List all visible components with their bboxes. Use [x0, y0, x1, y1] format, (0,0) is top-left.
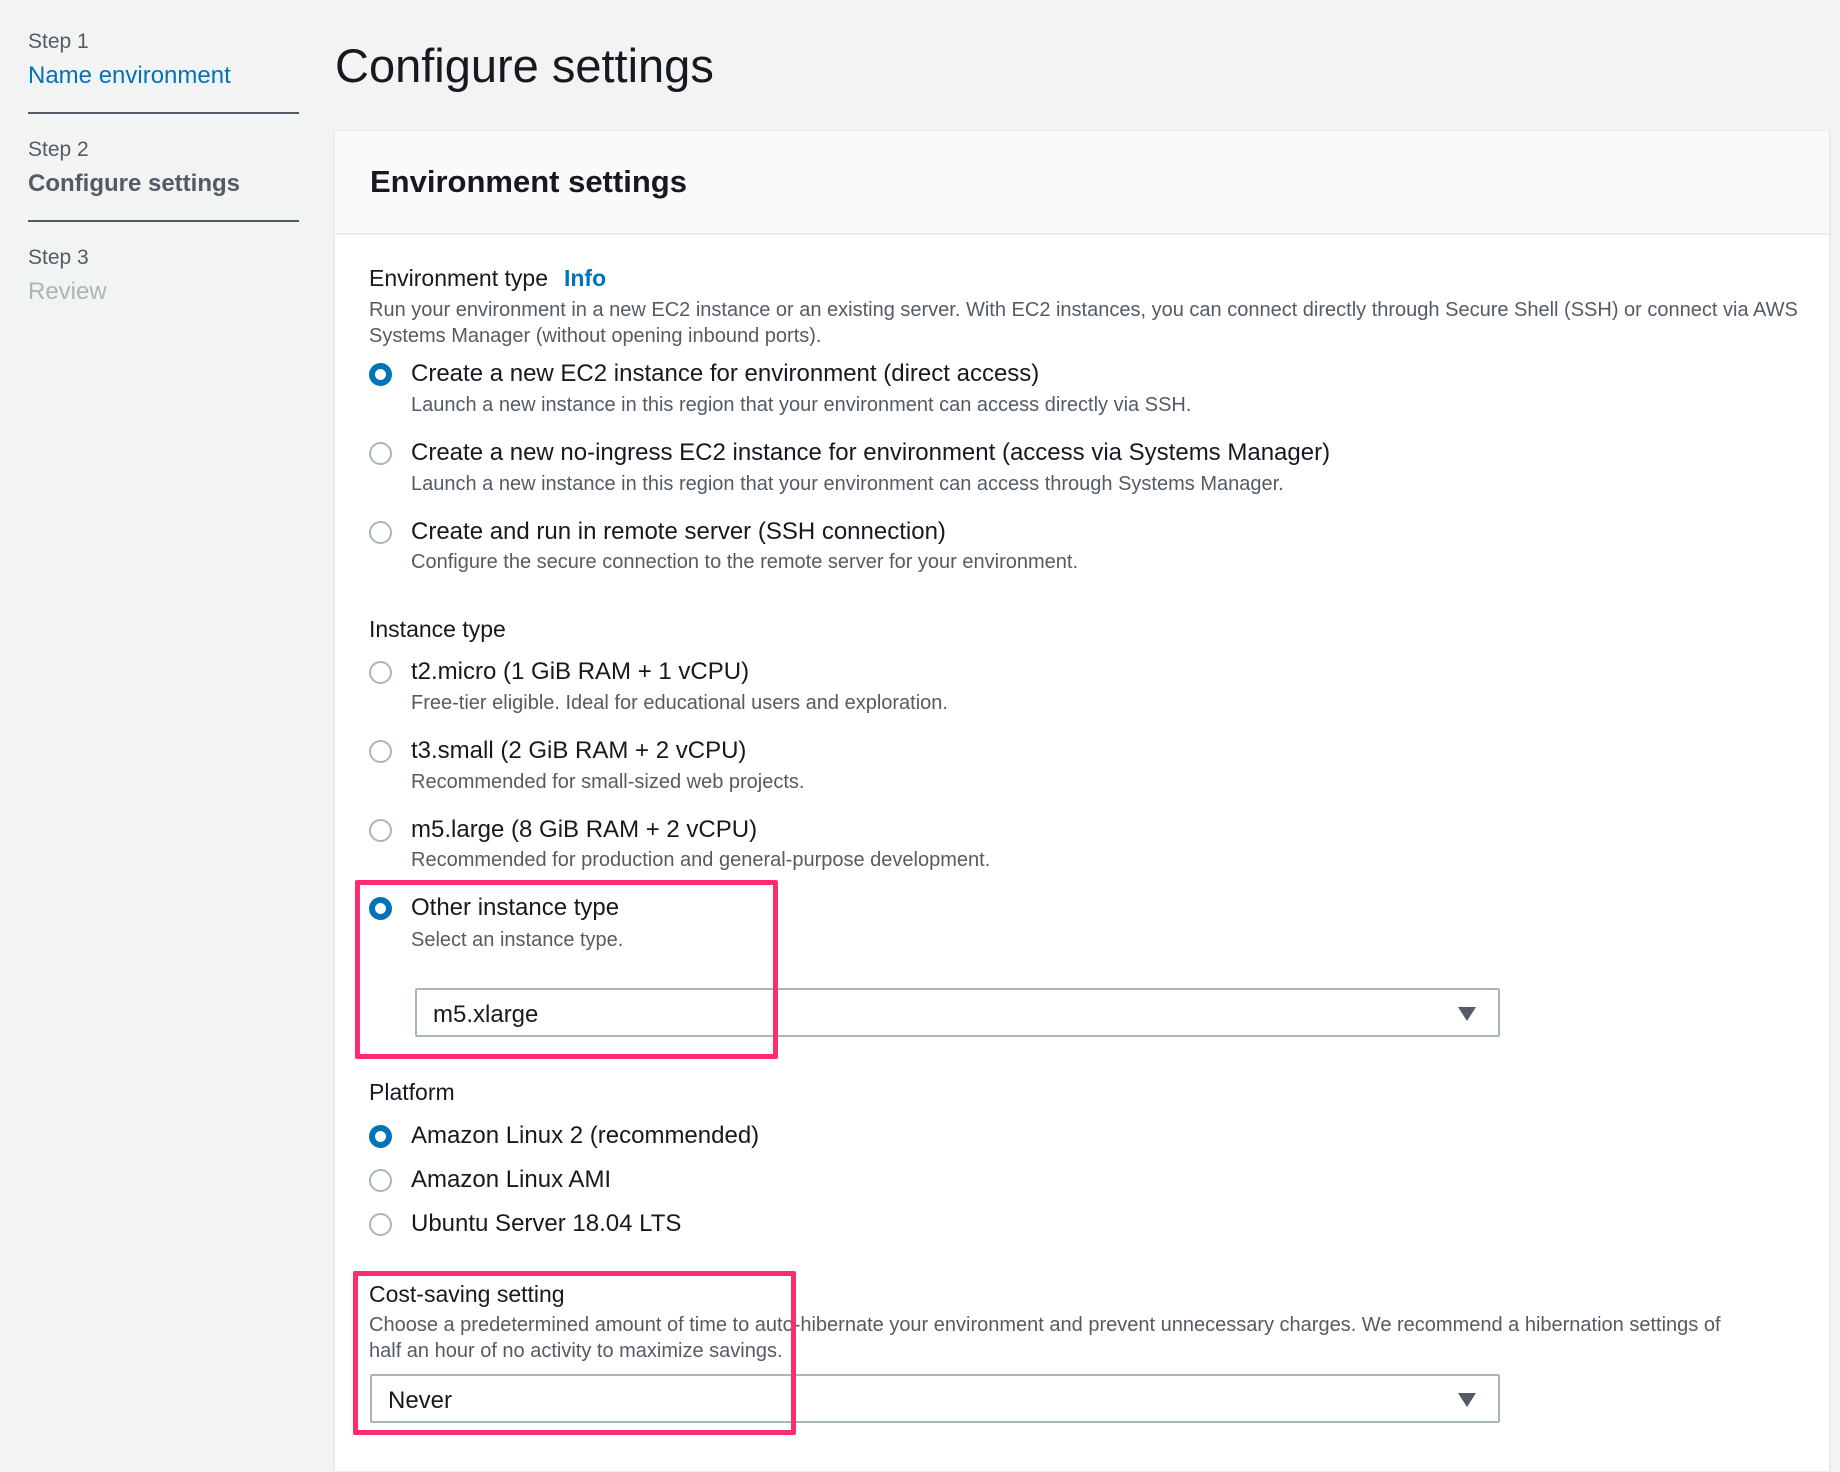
- option-remote-ssh-label[interactable]: Create and run in remote server (SSH con…: [411, 518, 946, 546]
- step-3-review: Review: [28, 278, 107, 305]
- step-1-link[interactable]: Name environment: [28, 62, 231, 90]
- option-ec2-direct-label[interactable]: Create a new EC2 instance for environmen…: [411, 360, 1039, 388]
- step-divider: [28, 112, 299, 114]
- option-ec2-no-ingress-label[interactable]: Create a new no-ingress EC2 instance for…: [411, 439, 1330, 467]
- panel-title: Environment settings: [370, 164, 687, 199]
- option-remote-ssh-desc: Configure the secure connection to the r…: [411, 551, 1079, 573]
- platform-label: Platform: [369, 1079, 455, 1105]
- option-ubuntu[interactable]: Ubuntu Server 18.04 LTS: [411, 1210, 681, 1238]
- option-t2-micro-label[interactable]: t2.micro (1 GiB RAM + 1 vCPU): [411, 658, 749, 686]
- radio-amazon-linux-2[interactable]: [369, 1125, 392, 1148]
- radio-ubuntu[interactable]: [369, 1213, 392, 1236]
- caret-down-icon: [1458, 1393, 1476, 1407]
- radio-remote-ssh[interactable]: [369, 521, 392, 544]
- info-link[interactable]: Info: [564, 265, 606, 291]
- caret-down-icon: [1458, 1007, 1476, 1021]
- option-t3-small-label[interactable]: t3.small (2 GiB RAM + 2 vCPU): [411, 737, 746, 765]
- option-ec2-no-ingress-desc: Launch a new instance in this region tha…: [411, 473, 1284, 495]
- step-divider: [28, 220, 299, 222]
- highlight-box-cost-saving: [353, 1271, 796, 1435]
- instance-type-label: Instance type: [369, 616, 506, 642]
- panel-header: Environment settings: [335, 131, 1829, 235]
- step-2-current: Configure settings: [28, 170, 241, 197]
- page-title: Configure settings: [335, 39, 714, 92]
- option-m5-large-label[interactable]: m5.large (8 GiB RAM + 2 vCPU): [411, 816, 757, 844]
- radio-t3-small[interactable]: [369, 740, 392, 763]
- radio-amazon-linux-ami[interactable]: [369, 1169, 392, 1192]
- step-3-number: Step 3: [28, 246, 89, 269]
- option-amazon-linux-ami[interactable]: Amazon Linux AMI: [411, 1166, 611, 1194]
- environment-type-label: Environment type Info: [369, 265, 606, 292]
- radio-m5-large[interactable]: [369, 819, 392, 842]
- environment-type-description: Run your environment in a new EC2 instan…: [369, 299, 1798, 347]
- step-1-number: Step 1: [28, 30, 89, 53]
- highlight-box-instance: [355, 880, 778, 1059]
- radio-ec2-no-ingress[interactable]: [369, 442, 392, 465]
- option-amazon-linux-2[interactable]: Amazon Linux 2 (recommended): [411, 1122, 759, 1150]
- step-2-number: Step 2: [28, 138, 89, 161]
- option-t3-small-desc: Recommended for small-sized web projects…: [411, 771, 805, 793]
- environment-type-text: Environment type: [369, 265, 548, 291]
- radio-ec2-direct[interactable]: [369, 363, 392, 386]
- radio-t2-micro[interactable]: [369, 661, 392, 684]
- option-ec2-direct-desc: Launch a new instance in this region tha…: [411, 394, 1192, 416]
- option-m5-large-desc: Recommended for production and general-p…: [411, 849, 991, 871]
- option-t2-micro-desc: Free-tier eligible. Ideal for educationa…: [411, 692, 948, 714]
